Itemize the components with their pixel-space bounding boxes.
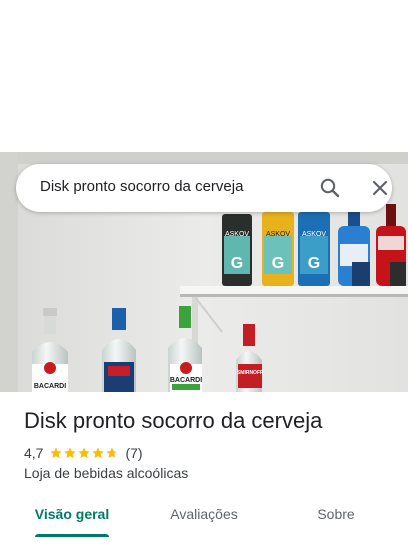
review-count[interactable]: (7) bbox=[125, 445, 142, 461]
svg-text:G: G bbox=[272, 255, 284, 272]
svg-text:ASKOV: ASKOV bbox=[225, 231, 249, 238]
star-full-icon bbox=[78, 447, 91, 459]
energy-can-dark: ASKOV G bbox=[222, 214, 252, 286]
star-full-icon bbox=[92, 447, 105, 459]
star-full-icon bbox=[50, 447, 63, 459]
search-bar[interactable]: Disk pronto socorro da cerveja bbox=[16, 164, 392, 212]
svg-text:BACARDI: BACARDI bbox=[34, 383, 66, 390]
tab-about[interactable]: Sobre bbox=[317, 506, 354, 522]
search-input[interactable]: Disk pronto socorro da cerveja bbox=[40, 178, 243, 195]
shelf bbox=[180, 286, 408, 294]
rating-row[interactable]: 4,7 (7) bbox=[24, 444, 143, 462]
energy-can-blue: ASKOV G bbox=[298, 212, 330, 286]
tab-overview[interactable]: Visão geral bbox=[35, 506, 109, 522]
svg-text:ASKOV: ASKOV bbox=[302, 231, 326, 238]
svg-text:G: G bbox=[308, 255, 320, 272]
svg-text:G: G bbox=[231, 255, 243, 272]
energy-can-yellow: ASKOV G bbox=[262, 212, 294, 286]
active-tab-indicator bbox=[35, 534, 109, 537]
close-icon[interactable] bbox=[368, 176, 392, 200]
search-icon[interactable] bbox=[318, 176, 342, 200]
place-title: Disk pronto socorro da cerveja bbox=[24, 408, 323, 433]
svg-text:BACARDI: BACARDI bbox=[170, 377, 202, 384]
rating-value: 4,7 bbox=[24, 445, 44, 461]
star-full-icon bbox=[64, 447, 77, 459]
svg-text:ASKOV: ASKOV bbox=[266, 231, 290, 238]
star-half-icon bbox=[106, 447, 119, 459]
tab-bar: Visão geral Avaliações Sobre bbox=[0, 490, 408, 538]
tab-reviews[interactable]: Avaliações bbox=[170, 506, 237, 522]
svg-text:SMIRNOFF: SMIRNOFF bbox=[237, 370, 263, 376]
rating-stars bbox=[49, 446, 119, 460]
place-category: Loja de bebidas alcoólicas bbox=[24, 465, 189, 481]
